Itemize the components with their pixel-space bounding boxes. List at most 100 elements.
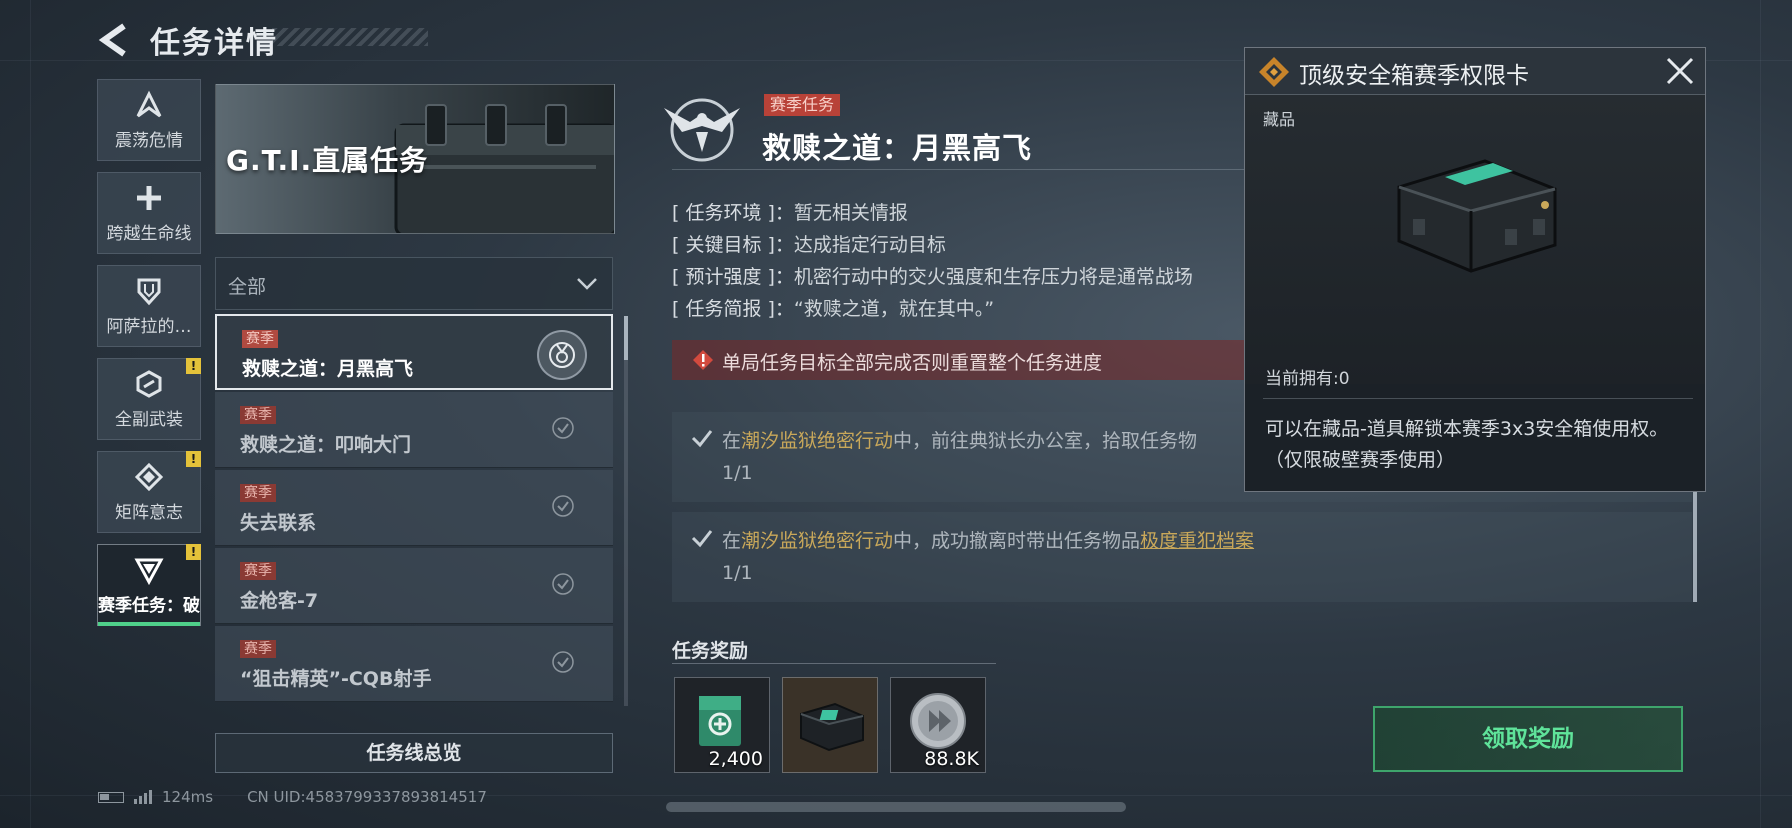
popup-header: 顶级安全箱赛季权限卡 [1245,48,1705,95]
task-name: 救赎之道：月黑高飞 [242,358,414,380]
warning-badge: ! [186,544,201,560]
check-medal-icon [552,495,574,517]
banner-title: G.T.I.直属任务 [226,144,429,177]
warning-badge: ! [186,451,201,467]
safe-box-illustration [1397,159,1557,273]
item-category: 藏品 [1263,110,1296,129]
task-line-overview-button[interactable]: 任务线总览 [215,733,613,773]
category-tab-1[interactable]: 震荡危情 [97,79,201,161]
season-tag: 赛季 [240,562,276,580]
task-name: 救赎之道：叩响大门 [240,434,412,456]
medkit-icon [699,696,741,746]
matrix-icon [134,462,164,491]
category-label: 震荡危情 [115,130,183,151]
battery-icon [98,791,124,803]
checkmark-icon [691,430,713,448]
reward-quantity: 88.8K [924,748,979,770]
eagle-emblem-icon [664,98,740,162]
category-tab-2[interactable]: 跨越生命线 [97,172,201,254]
chevron-down-icon [577,278,597,290]
item-preview [1245,94,1705,384]
task-name: 金枪客-7 [240,590,319,612]
filter-dropdown[interactable]: 全部 [215,257,613,310]
alert-icon [693,350,713,370]
objective-progress: 1/1 [722,562,753,584]
check-medal-icon [552,573,574,595]
item-info-popup: 顶级安全箱赛季权限卡 藏品 当前拥有:0 可以在藏品-道具解锁本赛季3x3安全箱… [1244,47,1706,492]
info-row-objective: [ 关键目标 ]：达成指定行动目标 [672,234,946,256]
horizontal-scrollbar[interactable] [666,802,1126,812]
shield-icon [137,278,161,305]
reward-item-safe-box[interactable] [782,677,878,773]
task-item[interactable]: 赛季 “狙击精英”-CQB射手 [215,626,613,702]
item-link[interactable]: 极度重犯档案 [1140,530,1254,552]
status-bar: 124ms CN UID:4583799337893814517 [98,788,487,806]
safe-box-icon [800,702,864,752]
arrow-a-icon [136,90,162,117]
category-label: 矩阵意志 [115,502,183,523]
cross-icon [137,185,161,210]
divider [1263,398,1693,399]
back-arrow-icon[interactable] [96,22,132,58]
objective-text: 在潮汐监狱绝密行动中，前往典狱长办公室，拾取任务物 [722,430,1198,452]
category-label: 跨越生命线 [106,223,192,244]
category-label: 全副武装 [115,409,183,430]
category-tab-4[interactable]: 全副武装 ! [97,358,201,440]
active-indicator [98,622,200,626]
objective-progress: 1/1 [722,462,753,484]
season-tag: 赛季 [242,330,278,348]
reward-item-medkit[interactable]: 2,400 [674,677,770,773]
task-name: “狙击精英”-CQB射手 [240,668,432,690]
diamond-logo-icon [1259,57,1289,87]
task-item[interactable]: 赛季 失去联系 [215,470,613,546]
info-row-intensity: [ 预计强度 ]：机密行动中的交火强度和生存压力将是通常战场 [672,266,1193,288]
task-name: 失去联系 [240,512,317,534]
warning-text: 单局任务目标全部完成否则重置整个任务进度 [722,352,1103,374]
checkmark-icon [691,530,713,548]
warning-badge: ! [186,358,201,374]
category-label: 阿萨拉的… [106,316,192,337]
item-description: 可以在藏品-道具解锁本赛季3x3安全箱使用权。（仅限破壁赛季使用） [1265,418,1669,471]
check-medal-icon [552,417,574,439]
season-tag: 赛季 [240,640,276,658]
mission-title: 救赎之道：月黑高飞 [762,131,1033,165]
title-decoration [272,28,428,46]
season-tag: 赛季 [240,406,276,424]
triangle-icon [134,558,164,585]
user-uid: CN UID:4583799337893814517 [247,788,487,806]
bg-gridline [30,0,31,828]
coin-icon [910,693,966,749]
close-icon[interactable] [1665,56,1695,86]
task-list-scroll-thumb[interactable] [624,316,628,360]
medal-icon [537,330,587,380]
owned-count: 当前拥有:0 [1265,369,1350,389]
rewards-underline [672,663,996,664]
page-title: 任务详情 [150,26,278,61]
task-item[interactable]: 赛季 救赎之道：叩响大门 [215,392,613,468]
info-row-environment: [ 任务环境 ]：暂无相关情报 [672,202,908,224]
armor-icon [136,369,162,398]
task-line-banner: G.T.I.直属任务 [215,84,615,234]
task-list-scrollbar[interactable] [624,316,628,706]
popup-title: 顶级安全箱赛季权限卡 [1299,63,1529,89]
objective-item: 在潮汐监狱绝密行动中，成功撤离时带出任务物品极度重犯档案 1/1 [672,512,1692,602]
signal-icon [134,790,152,804]
bg-gridline [1760,0,1761,828]
ping-value: 124ms [162,788,214,806]
reward-quantity: 2,400 [708,748,763,770]
filter-label: 全部 [228,276,267,298]
season-tag: 赛季 [240,484,276,502]
reward-item-coin[interactable]: 88.8K [890,677,986,773]
category-tab-3[interactable]: 阿萨拉的… [97,265,201,347]
task-item-selected[interactable]: 赛季 救赎之道：月黑高飞 [215,314,613,390]
season-mission-tag: 赛季任务 [764,94,841,116]
task-item[interactable]: 赛季 金枪客-7 [215,548,613,624]
claim-reward-button[interactable]: 领取奖励 [1373,706,1683,772]
check-medal-icon [552,651,574,673]
category-tab-5[interactable]: 矩阵意志 ! [97,451,201,533]
objective-text: 在潮汐监狱绝密行动中，成功撤离时带出任务物品极度重犯档案 [722,530,1255,552]
rewards-title: 任务奖励 [672,640,749,662]
info-row-briefing: [ 任务简报 ]：“救赎之道，就在其中。” [672,298,995,320]
category-label: 赛季任务：破 [98,595,200,616]
category-tab-season[interactable]: 赛季任务：破 ! [97,544,201,626]
